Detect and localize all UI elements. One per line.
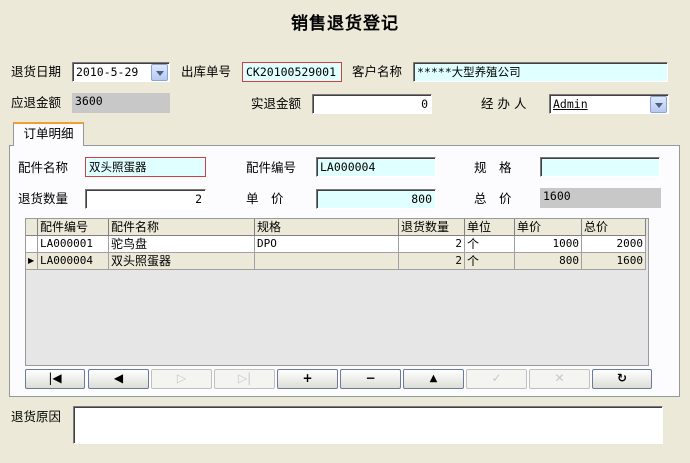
current-row-arrow-icon: ▶ — [26, 253, 38, 270]
post-record-button[interactable]: ✓ — [466, 369, 527, 389]
post-record-icon: ✓ — [491, 371, 502, 385]
chevron-down-icon[interactable] — [650, 96, 667, 113]
spec-label: 规 格 — [474, 160, 512, 175]
cell-price[interactable]: 1000 — [515, 236, 582, 253]
last-record-button[interactable]: ▷| — [214, 369, 275, 389]
handler-select[interactable]: Admin — [549, 94, 669, 114]
next-record-button[interactable]: ▷ — [151, 369, 212, 389]
tab-order-detail[interactable]: 订单明细 — [13, 122, 84, 146]
part-no-field[interactable]: LA000004 — [316, 157, 436, 177]
col-unit[interactable]: 单位 — [465, 219, 515, 236]
edit-record-icon: ▲ — [429, 373, 438, 384]
next-record-icon: ▷ — [176, 371, 187, 385]
unit-price-field[interactable]: 800 — [316, 189, 436, 209]
table-row[interactable]: LA000001 驼鸟盘 DPO 2 个 1000 2000 — [26, 236, 648, 253]
customer-label: 客户名称 — [352, 64, 403, 79]
cell-unit[interactable]: 个 — [465, 253, 515, 270]
prior-record-icon: ◀ — [113, 371, 124, 385]
col-price[interactable]: 单价 — [515, 219, 582, 236]
detail-grid[interactable]: 配件编号 配件名称 规格 退货数量 单位 单价 总价 LA000001 驼鸟盘 … — [25, 218, 649, 366]
reason-textarea[interactable] — [73, 406, 663, 444]
first-record-icon: |◀ — [48, 371, 62, 385]
col-part-name[interactable]: 配件名称 — [109, 219, 255, 236]
refresh-record-button[interactable]: ↻ — [592, 369, 652, 389]
qty-field[interactable]: 2 — [85, 189, 206, 209]
edit-record-button[interactable]: ▲ — [403, 369, 464, 389]
cell-unit[interactable]: 个 — [465, 236, 515, 253]
cell-price[interactable]: 800 — [515, 253, 582, 270]
chevron-down-icon[interactable] — [151, 64, 168, 81]
reason-label: 退货原因 — [11, 409, 62, 424]
cell-spec[interactable] — [255, 253, 399, 270]
return-date-value: 2010-5-29 — [76, 65, 139, 79]
due-amount-label: 应退金额 — [11, 95, 62, 110]
due-amount-field: 3600 — [72, 93, 170, 113]
last-record-icon: ▷| — [237, 371, 252, 385]
part-name-label: 配件名称 — [18, 160, 69, 175]
unit-price-label: 单 价 — [246, 191, 284, 206]
handler-label: 经 办 人 — [481, 96, 527, 111]
total-field: 1600 — [540, 188, 661, 208]
cancel-record-icon: ✕ — [554, 371, 565, 385]
handler-value: Admin — [553, 97, 588, 111]
first-record-button[interactable]: |◀ — [25, 369, 85, 389]
col-qty[interactable]: 退货数量 — [399, 219, 465, 236]
prior-record-button[interactable]: ◀ — [88, 369, 149, 389]
table-row[interactable]: ▶ LA000004 双头照蛋器 2 个 800 1600 — [26, 253, 648, 270]
refresh-record-icon: ↻ — [616, 371, 628, 385]
delete-record-button[interactable]: − — [340, 369, 401, 389]
grid-header-row: 配件编号 配件名称 规格 退货数量 单位 单价 总价 — [26, 219, 648, 236]
out-no-field[interactable]: CK20100529001 — [242, 62, 342, 82]
customer-field[interactable]: *****大型养殖公司 — [413, 62, 668, 82]
actual-amount-field[interactable]: 0 — [312, 94, 432, 114]
row-indicator — [26, 236, 38, 253]
insert-record-icon: + — [302, 371, 313, 385]
insert-record-button[interactable]: + — [277, 369, 338, 389]
cell-qty[interactable]: 2 — [399, 253, 465, 270]
col-spec[interactable]: 规格 — [255, 219, 399, 236]
cell-part-no[interactable]: LA000001 — [38, 236, 109, 253]
return-date-label: 退货日期 — [11, 64, 62, 79]
out-no-label: 出库单号 — [181, 64, 232, 79]
col-total[interactable]: 总价 — [582, 219, 646, 236]
col-part-no[interactable]: 配件编号 — [38, 219, 109, 236]
cancel-record-button[interactable]: ✕ — [529, 369, 590, 389]
row-indicator-header — [26, 219, 38, 236]
cell-total[interactable]: 2000 — [582, 236, 646, 253]
cell-part-name[interactable]: 双头照蛋器 — [109, 253, 255, 270]
actual-amount-label: 实退金额 — [251, 96, 302, 111]
spec-field[interactable] — [540, 157, 660, 177]
delete-record-icon: − — [365, 371, 376, 385]
part-name-field[interactable]: 双头照蛋器 — [85, 157, 206, 177]
qty-label: 退货数量 — [18, 191, 69, 206]
cell-qty[interactable]: 2 — [399, 236, 465, 253]
return-date-picker[interactable]: 2010-5-29 — [72, 62, 170, 82]
cell-part-no[interactable]: LA000004 — [38, 253, 109, 270]
cell-total[interactable]: 1600 — [582, 253, 646, 270]
cell-spec[interactable]: DPO — [255, 236, 399, 253]
part-no-label: 配件编号 — [246, 160, 297, 175]
form-title: 销售退货登记 — [291, 14, 399, 34]
cell-part-name[interactable]: 驼鸟盘 — [109, 236, 255, 253]
total-label: 总 价 — [474, 191, 512, 206]
